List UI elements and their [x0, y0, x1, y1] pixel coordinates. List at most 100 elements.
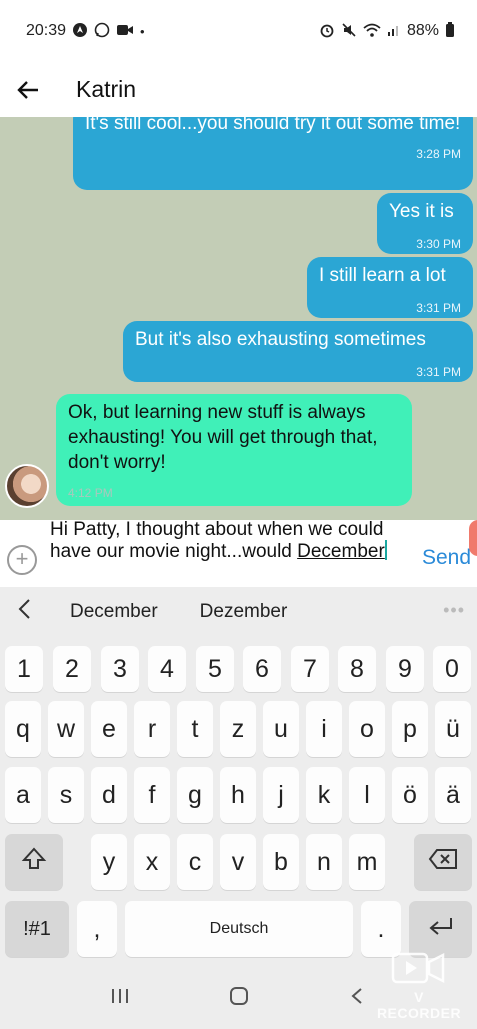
key-i[interactable]: i [306, 701, 342, 757]
message-input-current-word: December [297, 541, 385, 562]
signal-icon [387, 23, 401, 40]
mute-icon [341, 22, 357, 41]
message-time: 3:30 PM [416, 237, 461, 251]
key-6[interactable]: 6 [243, 646, 281, 692]
key-d[interactable]: d [91, 767, 127, 823]
comma-key[interactable]: , [77, 901, 117, 957]
shift-key[interactable] [5, 834, 63, 890]
key-t[interactable]: t [177, 701, 213, 757]
key-1[interactable]: 1 [5, 646, 43, 692]
whatsapp-icon [94, 22, 110, 41]
suggestion-bar: December Dezember ••• [0, 587, 477, 637]
message-text: Yes it is [389, 201, 454, 222]
video-icon [116, 23, 134, 40]
key-e[interactable]: e [91, 701, 127, 757]
key-0[interactable]: 0 [433, 646, 471, 692]
key-m[interactable]: m [349, 834, 385, 890]
home-icon[interactable] [228, 985, 250, 1013]
chevron-left-icon[interactable] [0, 598, 48, 627]
key-x[interactable]: x [134, 834, 170, 890]
contact-name[interactable]: Katrin [76, 76, 136, 103]
key-a-umlaut[interactable]: ä [435, 767, 471, 823]
add-attachment-icon[interactable]: + [7, 545, 37, 575]
period-key[interactable]: . [361, 901, 401, 957]
key-9[interactable]: 9 [386, 646, 424, 692]
key-p[interactable]: p [392, 701, 428, 757]
message-text: Ok, but learning new stuff is always exh… [68, 402, 378, 473]
message-bubble-outgoing[interactable]: Yes it is 3:30 PM [377, 193, 473, 254]
key-3[interactable]: 3 [101, 646, 139, 692]
back-arrow-icon[interactable] [2, 66, 54, 114]
key-l[interactable]: l [349, 767, 385, 823]
key-k[interactable]: k [306, 767, 342, 823]
key-o-umlaut[interactable]: ö [392, 767, 428, 823]
key-4[interactable]: 4 [148, 646, 186, 692]
chat-header: Katrin [0, 62, 477, 117]
key-o[interactable]: o [349, 701, 385, 757]
message-bubble-outgoing[interactable]: It's still cool...you should try it out … [73, 117, 473, 190]
alarm-icon [319, 22, 335, 41]
watermark-label: V RECORDER [376, 989, 462, 1021]
backspace-icon [428, 848, 458, 877]
contact-avatar[interactable] [5, 464, 49, 508]
message-text: It's still cool...you should try it out … [85, 117, 461, 134]
key-a[interactable]: a [5, 767, 41, 823]
key-r[interactable]: r [134, 701, 170, 757]
symbols-key[interactable]: !#1 [5, 901, 69, 957]
message-input[interactable]: Hi Patty, I thought about when we could … [50, 519, 410, 562]
key-h[interactable]: h [220, 767, 256, 823]
key-c[interactable]: c [177, 834, 213, 890]
key-z[interactable]: z [220, 701, 256, 757]
key-s[interactable]: s [48, 767, 84, 823]
message-time: 3:28 PM [416, 147, 461, 161]
more-options-icon[interactable]: ••• [443, 600, 465, 621]
key-j[interactable]: j [263, 767, 299, 823]
message-text: I still learn a lot [319, 265, 446, 286]
key-7[interactable]: 7 [291, 646, 329, 692]
key-f[interactable]: f [134, 767, 170, 823]
key-u[interactable]: u [263, 701, 299, 757]
key-q[interactable]: q [5, 701, 41, 757]
wifi-icon [363, 22, 381, 41]
backspace-key[interactable] [414, 834, 472, 890]
status-bar: 20:39 • 88% [0, 0, 477, 62]
suggestion-item[interactable]: December [70, 601, 158, 623]
shift-icon [21, 846, 47, 879]
key-y[interactable]: y [91, 834, 127, 890]
enter-icon [427, 915, 455, 944]
key-n[interactable]: n [306, 834, 342, 890]
send-button[interactable]: Send [422, 546, 471, 570]
key-v[interactable]: v [220, 834, 256, 890]
message-time: 3:31 PM [416, 365, 461, 379]
key-2[interactable]: 2 [53, 646, 91, 692]
back-icon[interactable] [347, 986, 369, 1012]
message-bubble-incoming[interactable]: Ok, but learning new stuff is always exh… [56, 394, 412, 506]
floating-handle[interactable] [469, 520, 477, 556]
message-text: But it's also exhausting sometimes [135, 329, 426, 350]
status-time: 20:39 [26, 22, 67, 39]
key-g[interactable]: g [177, 767, 213, 823]
key-b[interactable]: b [263, 834, 299, 890]
recents-icon[interactable] [109, 986, 131, 1012]
key-u-umlaut[interactable]: ü [435, 701, 471, 757]
status-right: 88% [319, 21, 455, 41]
key-w[interactable]: w [48, 701, 84, 757]
video-camera-icon [371, 950, 467, 989]
key-5[interactable]: 5 [196, 646, 234, 692]
dot-icon: • [140, 23, 145, 39]
space-key[interactable]: Deutsch [125, 901, 353, 957]
suggestion-item[interactable]: Dezember [200, 601, 288, 623]
message-bubble-outgoing[interactable]: But it's also exhausting sometimes 3:31 … [123, 321, 473, 382]
battery-icon [445, 21, 455, 41]
navigation-icon [72, 22, 88, 41]
compose-bar: + Hi Patty, I thought about when we coul… [0, 519, 477, 587]
message-time: 4:12 PM [68, 486, 113, 500]
message-bubble-outgoing[interactable]: I still learn a lot 3:31 PM [307, 257, 473, 318]
text-caret [384, 540, 387, 560]
status-left: 20:39 • [26, 22, 145, 41]
recorder-watermark: V RECORDER [371, 950, 467, 1021]
message-time: 3:31 PM [416, 301, 461, 315]
enter-key[interactable] [409, 901, 472, 957]
chat-message-list[interactable]: It's still cool...you should try it out … [0, 117, 477, 520]
key-8[interactable]: 8 [338, 646, 376, 692]
